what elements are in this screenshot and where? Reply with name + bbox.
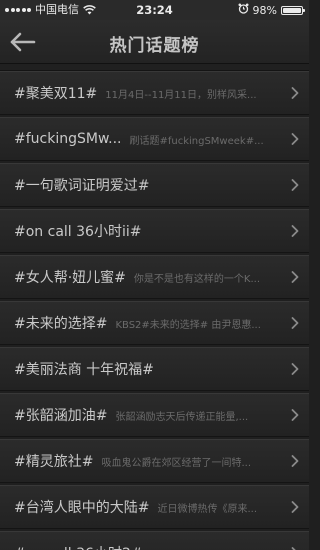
topic-description: 刷话题#fuckingSMweek#... bbox=[129, 135, 264, 147]
battery-fill bbox=[283, 8, 301, 13]
topic-description: 你是不是也有这样的一个K... bbox=[133, 273, 261, 285]
status-bar: 中国电信 23:24 98% bbox=[0, 0, 309, 20]
topic-row[interactable]: #张韶涵加油# 张韶涵励志天后传递正能量,... bbox=[0, 393, 309, 437]
list-top-edge bbox=[0, 64, 309, 71]
battery-icon bbox=[281, 6, 305, 15]
topic-row[interactable]: #聚美双11# 11月4日--11月11日，别样风采... bbox=[0, 71, 309, 115]
topic-description: 近日微博热传《原来... bbox=[157, 503, 258, 515]
topic-hashtag: #张韶涵加油# bbox=[14, 408, 108, 424]
topic-hashtag: #美丽法商 十年祝福# bbox=[14, 362, 154, 378]
chevron-right-icon bbox=[291, 225, 299, 237]
topic-row[interactable]: #fuckingSMw... 刷话题#fuckingSMweek#... bbox=[0, 117, 309, 161]
alarm-clock-icon bbox=[238, 3, 249, 18]
status-bar-right: 98% bbox=[238, 3, 305, 18]
navigation-bar: 热门话题榜 bbox=[0, 20, 309, 64]
topic-row[interactable]: #一句歌词证明爱过# bbox=[0, 163, 309, 207]
chevron-right-icon bbox=[291, 271, 299, 283]
topic-list[interactable]: #聚美双11# 11月4日--11月11日，别样风采... #fuckingSMw.… bbox=[0, 64, 309, 550]
topic-hashtag: #一句歌词证明爱过# bbox=[14, 178, 150, 194]
topic-hashtag: #台湾人眼中的大陆# bbox=[14, 500, 150, 516]
chevron-right-icon bbox=[291, 409, 299, 421]
topic-row[interactable]: #美丽法商 十年祝福# bbox=[0, 347, 309, 391]
topic-hashtag: #on call 36小时2# bbox=[14, 543, 143, 550]
topic-description: KBS2#未来的选择# 由尹恩惠... bbox=[115, 319, 261, 331]
topic-hashtag: #on call 36小时ii# bbox=[14, 224, 142, 240]
topic-description: 吸血鬼公爵在郊区经营了一间特... bbox=[101, 457, 252, 469]
page-title: 热门话题榜 bbox=[109, 36, 200, 56]
topic-description: 11月4日--11月11日，别样风采... bbox=[105, 89, 257, 101]
chevron-right-icon bbox=[291, 363, 299, 375]
chevron-right-icon bbox=[291, 455, 299, 467]
topic-description: 张韶涵励志天后传递正能量,... bbox=[115, 411, 249, 423]
topic-row[interactable]: #女人帮·妞儿蜜# 你是不是也有这样的一个K... bbox=[0, 255, 309, 299]
chevron-right-icon bbox=[291, 133, 299, 145]
topic-row[interactable]: #未来的选择# KBS2#未来的选择# 由尹恩惠... bbox=[0, 301, 309, 345]
topic-row[interactable]: #精灵旅社# 吸血鬼公爵在郊区经营了一间特... bbox=[0, 439, 309, 483]
topic-hashtag: #未来的选择# bbox=[14, 316, 108, 332]
topic-hashtag: #fuckingSMw... bbox=[14, 131, 122, 147]
topic-hashtag: #精灵旅社# bbox=[14, 454, 94, 470]
chevron-right-icon bbox=[291, 501, 299, 513]
chevron-right-icon bbox=[291, 317, 299, 329]
topic-row[interactable]: #on call 36小时2# bbox=[0, 531, 309, 550]
topic-hashtag: #女人帮·妞儿蜜# bbox=[14, 270, 126, 286]
topic-hashtag: #聚美双11# bbox=[14, 86, 98, 102]
chevron-right-icon bbox=[291, 179, 299, 191]
topic-row[interactable]: #on call 36小时ii# bbox=[0, 209, 309, 253]
battery-percent: 98% bbox=[252, 3, 277, 17]
chevron-right-icon bbox=[291, 87, 299, 99]
topic-row[interactable]: #台湾人眼中的大陆# 近日微博热传《原来... bbox=[0, 485, 309, 529]
